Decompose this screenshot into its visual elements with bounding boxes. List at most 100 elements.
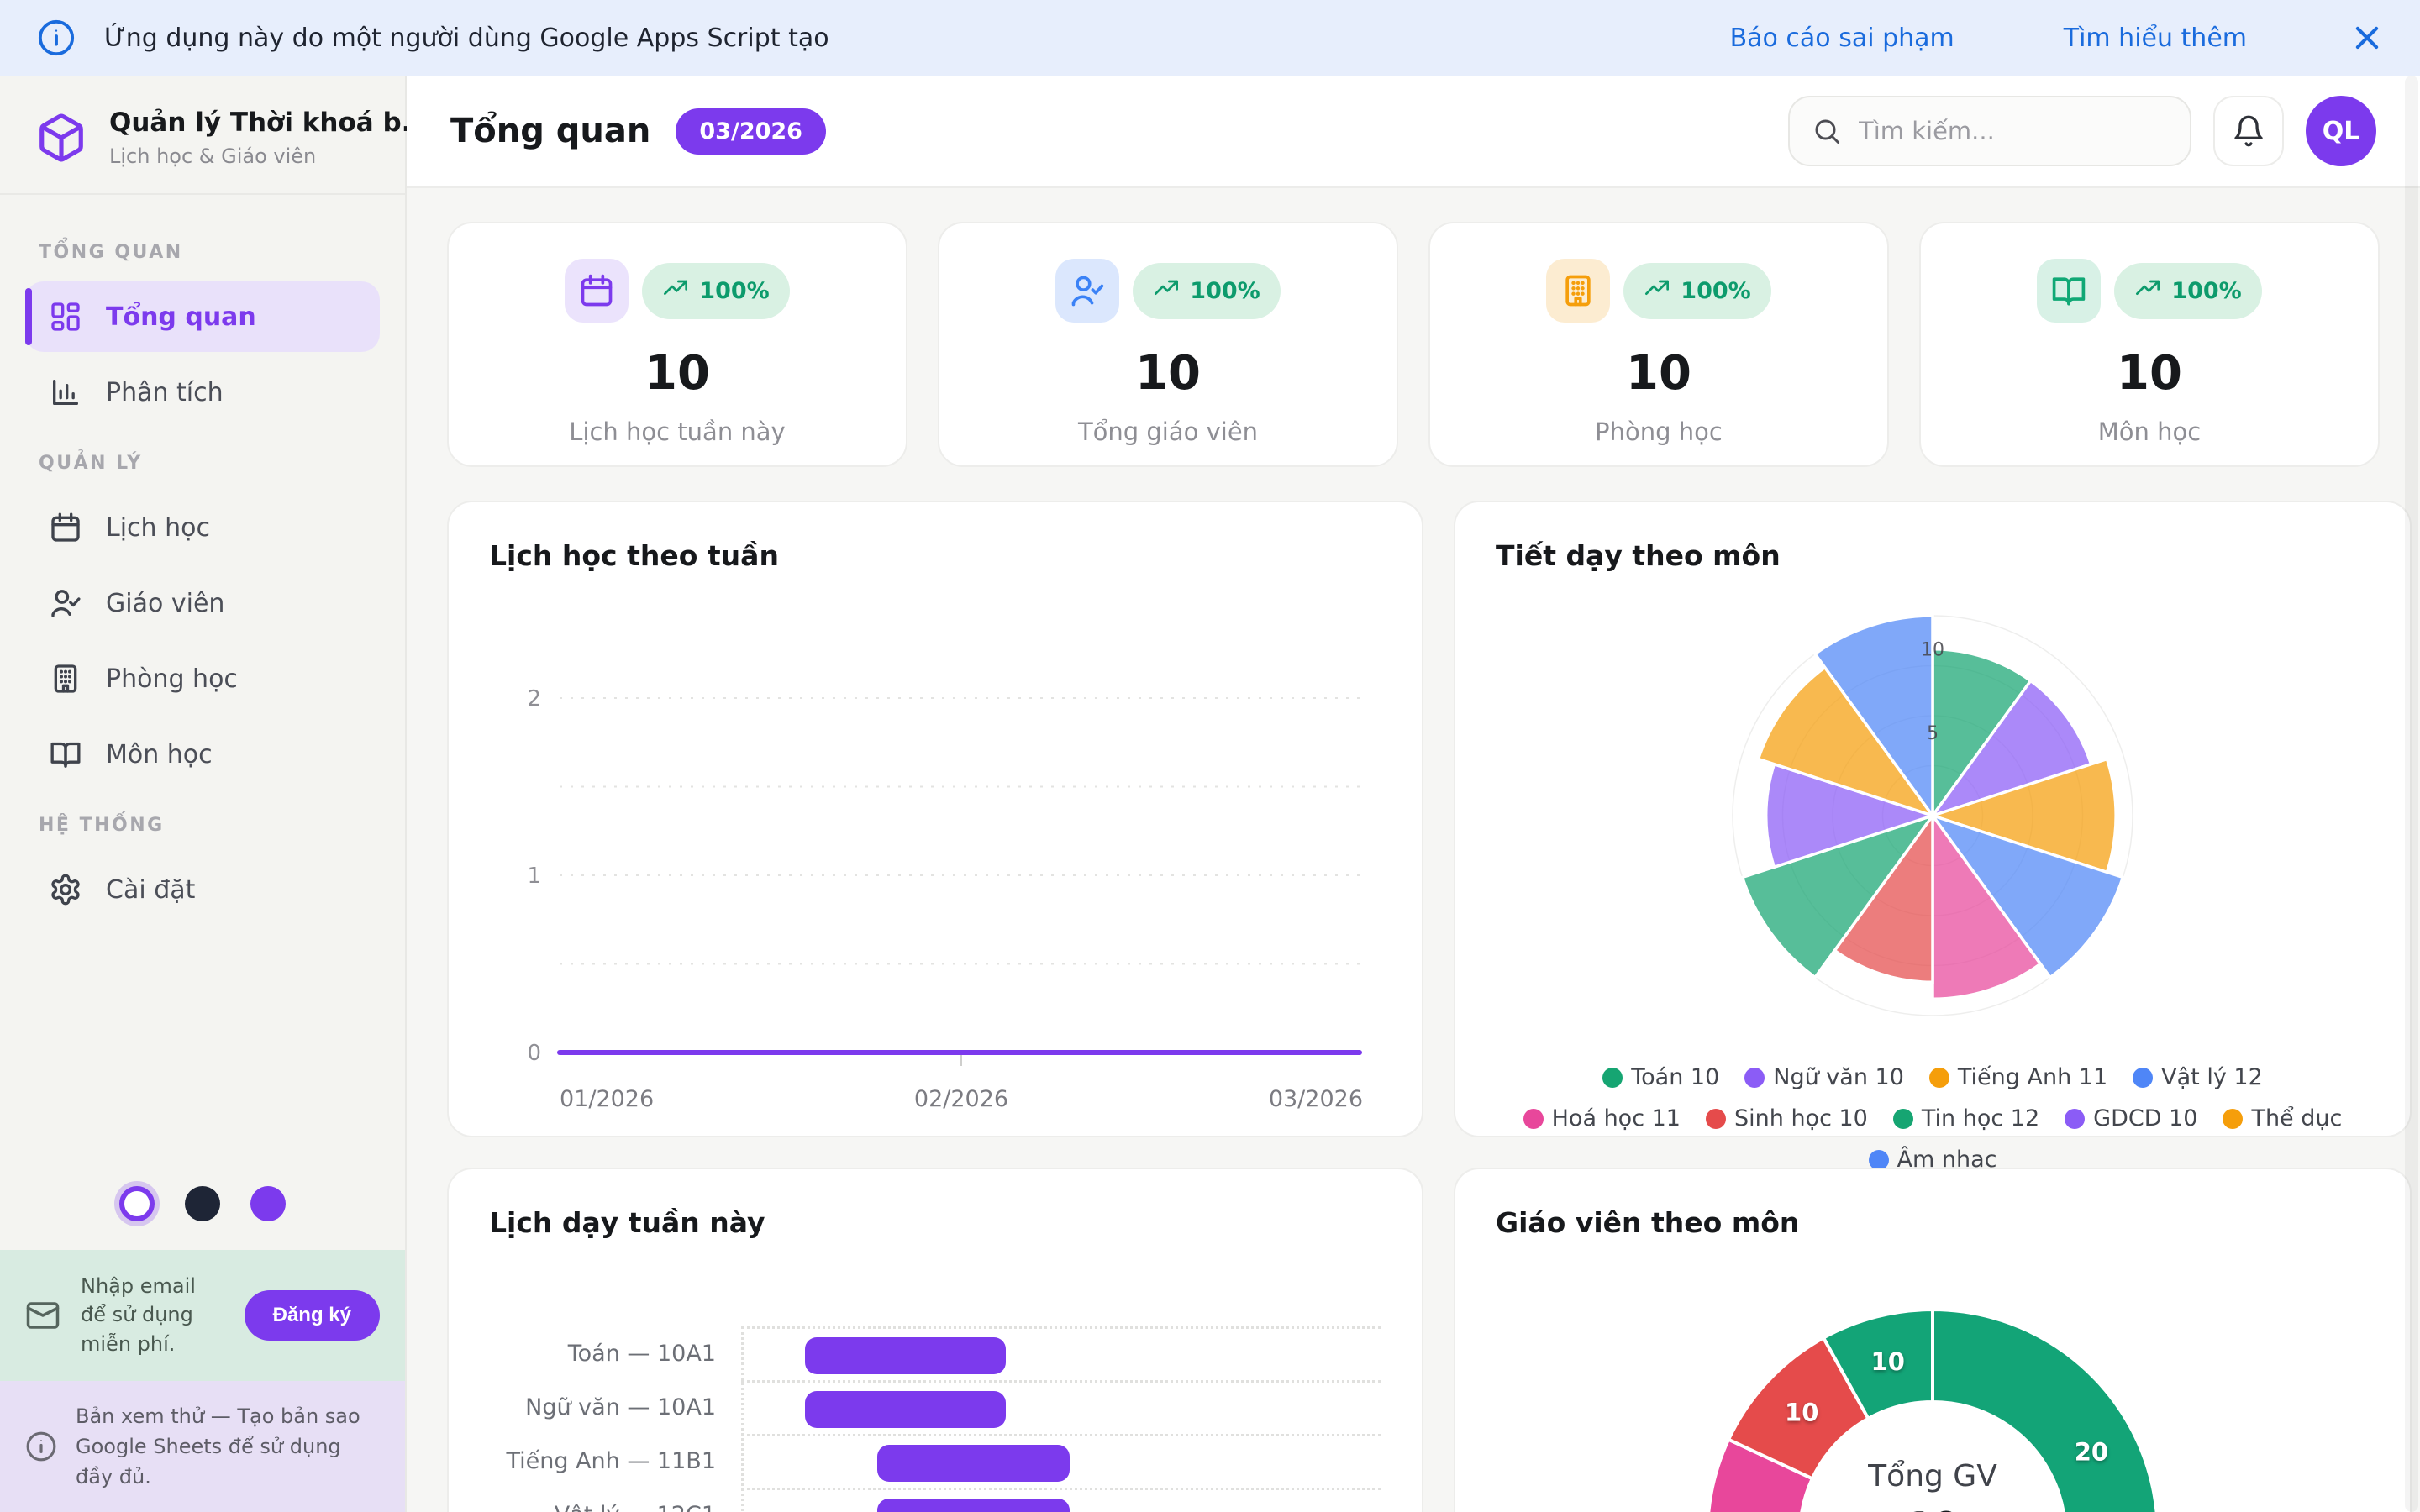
stat-card-top: 100% [474, 259, 881, 323]
banner-message: Ứng dụng này do một người dùng Google Ap… [104, 24, 829, 53]
sidebar-item-label: Phân tích [106, 378, 224, 407]
trend-value: 100% [1681, 278, 1750, 304]
email-signup-text: Nhập email để sử dụng miễn phí. [81, 1272, 224, 1359]
schedule-row: Ngữ văn — 10A1 [489, 1380, 1381, 1434]
sidebar: Quản lý Thời khoá b... Lịch học & Giáo v… [0, 76, 407, 1512]
report-abuse-link[interactable]: Báo cáo sai phạm [1730, 24, 1954, 53]
sidebar-nav: TỔNG QUANTổng quanPhân tíchQUẢN LÝLịch h… [0, 195, 405, 930]
gear-icon [49, 873, 82, 906]
legend-label: Thể dục [2251, 1105, 2342, 1131]
stat-label: Tổng giáo viên [965, 417, 1371, 446]
legend-label: Toán 10 [1631, 1064, 1719, 1090]
apps-script-banner: Ứng dụng này do một người dùng Google Ap… [0, 0, 2420, 76]
theme-switcher [0, 1164, 405, 1250]
legend-label: Hoá học 11 [1552, 1105, 1681, 1131]
legend-dot [1893, 1109, 1913, 1129]
book-icon [2037, 259, 2101, 323]
stat-card: 100% 10 Lịch học tuần này [447, 222, 908, 467]
legend-dot [1523, 1109, 1544, 1129]
legend-dot [1869, 1150, 1889, 1170]
theme-dot-light[interactable] [119, 1186, 155, 1221]
search-box[interactable] [1788, 96, 2191, 166]
learn-more-link[interactable]: Tìm hiểu thêm [2064, 24, 2247, 53]
chart-icon [49, 375, 82, 409]
legend-label: Ngữ văn 10 [1773, 1064, 1904, 1090]
avatar[interactable]: QL [2306, 96, 2376, 166]
info-icon [37, 18, 76, 57]
sidebar-item-phong-hoc[interactable]: Phòng học [25, 643, 380, 714]
schedule-row-label: Toán — 10A1 [489, 1326, 741, 1380]
schedule-bar [877, 1445, 1070, 1482]
user-check-icon [49, 586, 82, 620]
svg-text:10: 10 [1785, 1399, 1818, 1427]
schedule-row-label: Tiếng Anh — 11B1 [489, 1434, 741, 1488]
sidebar-item-giao-vien[interactable]: Giáo viên [25, 568, 380, 638]
schedule-bar [805, 1337, 1006, 1374]
stat-card-top: 100% [1455, 259, 1862, 323]
theme-dot-purple[interactable] [250, 1186, 286, 1221]
svg-text:0: 0 [527, 1041, 541, 1066]
trend-badge: 100% [1133, 263, 1280, 319]
stat-label: Lịch học tuần này [474, 417, 881, 446]
signup-button[interactable]: Đăng ký [245, 1290, 380, 1341]
nav-section-label: QUẢN LÝ [39, 453, 366, 474]
nav-section-label: HỆ THỐNG [39, 815, 366, 836]
legend-label: Tiếng Anh 11 [1958, 1064, 2107, 1090]
email-signup-banner: Nhập email để sử dụng miễn phí. Đăng ký [0, 1250, 405, 1381]
legend-label: Vật lý 12 [2161, 1064, 2263, 1090]
teachers-doughnut-chart: 202010101010Tổng GV10 [1496, 1252, 2370, 1512]
chart-card-teaching: Lịch dạy tuần này Toán — 10A1Ngữ văn — 1… [447, 1168, 1423, 1512]
legend-label: Tin học 12 [1922, 1105, 2039, 1131]
dashboard-icon [49, 300, 82, 333]
sidebar-item-mon-hoc[interactable]: Môn học [25, 719, 380, 790]
stat-card-top: 100% [1946, 259, 2353, 323]
page-title: Tổng quan [450, 112, 650, 150]
sidebar-item-label: Tổng quan [106, 302, 256, 332]
svg-text:20: 20 [2075, 1438, 2108, 1467]
weekly-line-chart: 21001/202602/202603/2026 [489, 572, 1383, 1118]
legend-dot [1706, 1109, 1726, 1129]
periods-polar-chart: 510 [1496, 572, 2370, 1042]
theme-dot-dark[interactable] [185, 1186, 220, 1221]
chart-card-weekly: Lịch học theo tuần 21001/202602/202603/2… [447, 501, 1423, 1137]
app-subtitle: Lịch học & Giáo viên [109, 144, 431, 168]
svg-text:Tổng GV: Tổng GV [1867, 1459, 1997, 1494]
schedule-row: Toán — 10A1 [489, 1326, 1381, 1380]
close-banner-icon[interactable] [2351, 22, 2383, 54]
month-badge: 03/2026 [676, 108, 826, 155]
schedule-row: Tiếng Anh — 11B1 [489, 1434, 1381, 1488]
sidebar-item-lich-hoc[interactable]: Lịch học [25, 492, 380, 563]
schedule-bar [877, 1499, 1070, 1512]
stat-card: 100%10Tổng giáo viên [938, 222, 1398, 467]
sidebar-item-tong-quan[interactable]: Tổng quan [25, 281, 380, 352]
trend-up-icon [662, 275, 689, 307]
chart-title: Lịch học theo tuần [489, 539, 1381, 572]
schedule-row-label: Ngữ văn — 10A1 [489, 1380, 741, 1434]
svg-text:10: 10 [1921, 640, 1944, 661]
schedule-row-track [741, 1326, 1381, 1380]
chart-card-periods: Tiết dạy theo môn 510 Toán 10Ngữ văn 10T… [1454, 501, 2412, 1137]
search-input[interactable] [1859, 117, 2168, 145]
dashboard-content: 100%10Lịch học tuần này100%10Tổng giáo v… [407, 188, 2420, 1512]
stat-value: 10 [474, 346, 881, 401]
trend-badge: 100% [2114, 263, 2261, 319]
bell-icon [2232, 114, 2265, 148]
trend-up-icon [2134, 275, 2161, 307]
trend-badge: 100% [642, 263, 789, 319]
legend-dot [2065, 1109, 2085, 1129]
sidebar-item-phan-tich[interactable]: Phân tích [25, 357, 380, 428]
notifications-button[interactable] [2213, 96, 2284, 166]
building-icon [49, 662, 82, 696]
svg-text:01/2026: 01/2026 [560, 1086, 654, 1112]
sidebar-item-cai-dat[interactable]: Cài đặt [25, 854, 380, 925]
trend-up-icon [1644, 275, 1670, 307]
trend-value: 100% [2171, 278, 2241, 304]
svg-text:10: 10 [1871, 1347, 1905, 1376]
chart-title: Lịch dạy tuần này [489, 1206, 1381, 1239]
search-icon [1812, 116, 1842, 146]
scrollbar[interactable] [2405, 76, 2418, 1512]
chart-card-teachers: Giáo viên theo môn 202010101010Tổng GV10 [1454, 1168, 2412, 1512]
mail-icon [25, 1298, 60, 1333]
stat-card: 100%10Phòng học [1428, 222, 1889, 467]
stat-label: Phòng học [1455, 417, 1862, 446]
